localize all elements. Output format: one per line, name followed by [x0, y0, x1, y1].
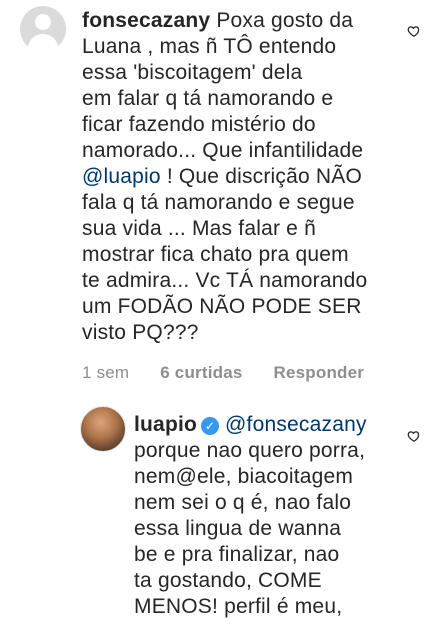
avatar-body-shape — [28, 34, 58, 52]
comment-time: 1 sem — [82, 363, 130, 382]
comments-screen: fonsecazany Poxa gosto da Luana , mas ñ … — [0, 0, 448, 624]
comment-text-line: em falar q tá namorando e — [82, 87, 334, 110]
comment-text-line: um FODÃO NÃO PODE SER — [82, 295, 362, 318]
comment-text-line: @luapio ! Que discrição NÃO — [82, 164, 440, 190]
comment-meta: 1 sem 6 curtidas Responder — [82, 360, 440, 386]
heart-outline-icon[interactable] — [407, 24, 421, 38]
comment-text-line: nem sei o q é, nao falo — [134, 491, 352, 514]
comment-text-line: MENOS! perfil é meu, — [134, 595, 343, 618]
comment-username[interactable]: fonsecazany — [82, 9, 210, 32]
comment-text-line: sua vida ... Mas falar e ñ — [82, 217, 316, 240]
heart-outline-icon[interactable] — [407, 429, 421, 443]
comment-text: Poxa gosto da — [216, 9, 354, 32]
comment-body: luapio ✓ @fonsecazany porque nao quero por… — [134, 412, 440, 620]
comment-fonsecazany: fonsecazany Poxa gosto da Luana , mas ñ … — [20, 2, 440, 386]
profile-photo-avatar[interactable] — [80, 406, 126, 452]
comment-text-line: be e pra finalizar, nao — [134, 543, 340, 566]
mention-link[interactable]: @luapio — [82, 165, 161, 188]
verified-badge-icon: ✓ — [201, 417, 220, 435]
comment-text-line: fala q tá namorando e segue — [82, 191, 355, 214]
comment-text: ! Que discrição NÃO — [160, 165, 363, 188]
comment-text-line: namorado... Que infantilidade — [82, 139, 364, 162]
comment-text-line: mostrar fica chato pra quem — [82, 243, 349, 266]
comment-first-line: luapio ✓ @fonsecazany — [134, 412, 440, 438]
comment-text-line: essa lingua de wanna — [134, 517, 342, 540]
comment-text-line: Luana , mas ñ TÔ entendo — [82, 35, 337, 58]
default-avatar-icon[interactable] — [20, 6, 66, 52]
comment-text-line: visto PQ??? — [82, 321, 199, 344]
reply-button[interactable]: Responder — [273, 363, 364, 382]
avatar-head-shape — [35, 14, 51, 30]
comment-first-line: fonsecazany Poxa gosto da — [82, 8, 440, 34]
mention-link[interactable]: @fonsecazany — [225, 413, 367, 436]
comment-text-line: essa 'biscoitagem' dela — [82, 61, 303, 84]
comment-body: fonsecazany Poxa gosto da Luana , mas ñ … — [82, 8, 440, 386]
comment-username[interactable]: luapio — [134, 413, 197, 436]
comment-likes-count[interactable]: 6 curtidas — [160, 363, 242, 382]
reply-luapio: luapio ✓ @fonsecazany porque nao quero por… — [80, 404, 440, 620]
comment-text-line: ta gostando, COME — [134, 569, 322, 592]
comment-text-line: porque nao quero porra, — [134, 439, 366, 462]
comment-text-line: ficar fazendo mistério do — [82, 113, 316, 136]
comment-text-line: nem@ele, biacoitagem — [134, 465, 354, 488]
comment-text-line: te admira... Vc TÁ namorando — [82, 269, 368, 292]
